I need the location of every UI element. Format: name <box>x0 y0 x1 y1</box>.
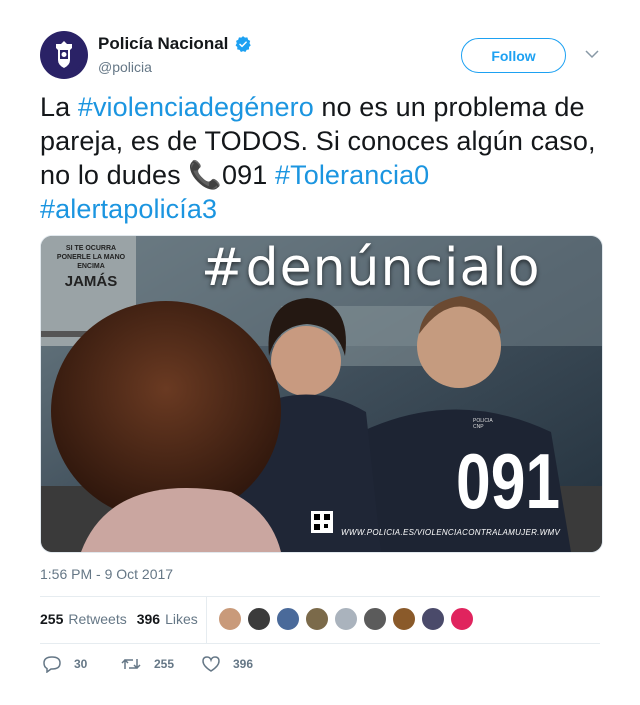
liker-avatar[interactable] <box>450 607 474 631</box>
retweets-label: Retweets <box>68 611 127 627</box>
like-action[interactable]: 396 <box>201 655 253 673</box>
tweet-text-segment: 091 <box>222 160 275 190</box>
hashtag-link[interactable]: #Tolerancia0 <box>275 160 429 190</box>
divider-top <box>40 596 600 597</box>
likes-count: 396 <box>136 611 161 627</box>
author-handle[interactable]: @policia <box>98 59 152 75</box>
tweet-media[interactable]: SI TE OCURRA PONERLE LA MANO ENCIMA JAMÁ… <box>40 235 603 553</box>
media-url: WWW.POLICIA.ES/VIOLENCIACONTRALAMUJER.WM… <box>341 528 561 537</box>
reply-action[interactable]: 30 <box>42 655 87 673</box>
officer-badge-text: POLICIA CNP <box>473 418 493 430</box>
liker-avatar[interactable] <box>247 607 271 631</box>
liker-avatar[interactable] <box>392 607 416 631</box>
poster-line-3: JAMÁS <box>64 273 118 290</box>
author-name-row[interactable]: Policía Nacional <box>98 34 252 54</box>
verified-badge-icon <box>235 36 252 52</box>
tweet-timestamp[interactable]: 1:56 PM - 9 Oct 2017 <box>40 566 173 582</box>
poster-line-1: SI TE OCURRA <box>65 245 117 252</box>
chevron-down-icon[interactable] <box>583 47 601 61</box>
hashtag-link[interactable]: #alertapolicía3 <box>40 194 217 224</box>
tweet-text-segment: La <box>40 92 78 122</box>
heart-icon <box>202 656 220 672</box>
liker-avatar[interactable] <box>421 607 445 631</box>
reply-count: 30 <box>74 657 88 671</box>
liker-avatar[interactable] <box>305 607 329 631</box>
police-badge-icon <box>45 36 83 74</box>
like-count: 396 <box>233 657 254 671</box>
retweet-count: 255 <box>154 657 175 671</box>
tweet-stats: 255 Retweets 396 Likes <box>40 611 198 627</box>
likes-label: Likes <box>165 611 198 627</box>
author-name[interactable]: Policía Nacional <box>98 34 228 54</box>
liker-avatars <box>218 607 479 631</box>
hashtag-link[interactable]: #violenciadegénero <box>78 92 314 122</box>
media-phone-number: 091 <box>456 437 561 525</box>
phone-icon: 📞 <box>188 160 223 190</box>
retweets-stat[interactable]: 255 Retweets <box>40 611 127 627</box>
liker-avatar[interactable] <box>334 607 358 631</box>
follow-button[interactable]: Follow <box>461 38 566 73</box>
retweet-action[interactable]: 255 <box>120 655 174 673</box>
stats-separator <box>206 597 207 643</box>
profile-avatar[interactable] <box>40 31 88 79</box>
likes-stat[interactable]: 396 Likes <box>137 611 198 627</box>
media-hashtag: #denúncialo <box>201 238 541 298</box>
liker-avatar[interactable] <box>276 607 300 631</box>
retweet-icon <box>121 658 141 670</box>
liker-avatar[interactable] <box>363 607 387 631</box>
reply-icon <box>43 656 61 673</box>
liker-avatar[interactable] <box>218 607 242 631</box>
poster-text: SI TE OCURRA PONERLE LA MANO ENCIMA JAMÁ… <box>51 244 131 291</box>
tweet-text: La #violenciadegénero no es un problema … <box>40 90 605 226</box>
retweets-count: 255 <box>40 611 64 627</box>
poster-line-2: PONERLE LA MANO ENCIMA <box>56 254 126 270</box>
divider-bottom <box>40 643 600 644</box>
